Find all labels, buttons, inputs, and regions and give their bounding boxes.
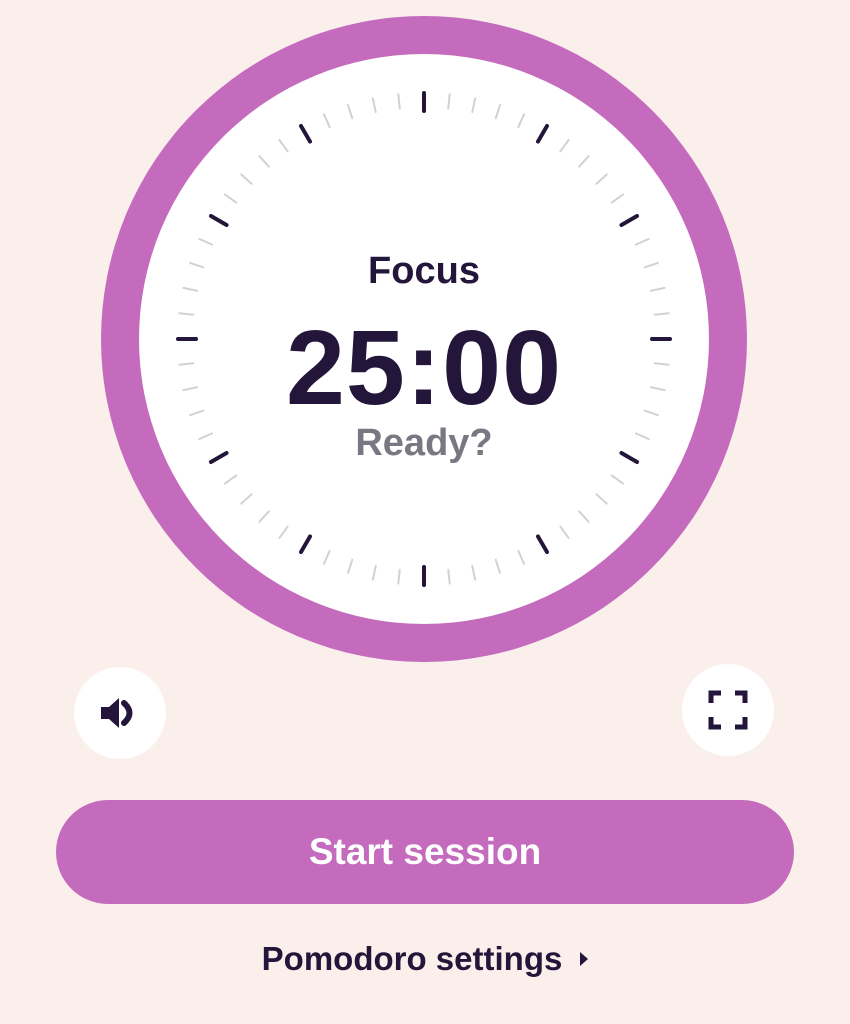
timer-dial: Focus 25:00 Ready? bbox=[101, 16, 747, 662]
major-tick bbox=[299, 534, 312, 555]
timer-mode-label: Focus bbox=[368, 250, 480, 292]
minor-tick bbox=[559, 138, 570, 153]
minor-tick bbox=[595, 173, 608, 185]
minor-tick bbox=[223, 193, 238, 204]
minor-tick bbox=[595, 493, 608, 505]
fullscreen-button[interactable] bbox=[682, 664, 774, 756]
minor-tick bbox=[371, 97, 377, 114]
minor-tick bbox=[258, 510, 270, 523]
fullscreen-expand-icon bbox=[708, 690, 748, 730]
minor-tick bbox=[278, 138, 289, 153]
minor-tick bbox=[278, 525, 289, 540]
minor-tick bbox=[517, 113, 526, 129]
minor-tick bbox=[494, 558, 502, 574]
start-session-label: Start session bbox=[308, 831, 542, 872]
timer-status-text: Ready? bbox=[355, 422, 493, 464]
pomodoro-settings-link[interactable]: Pomodoro settings bbox=[0, 940, 850, 978]
minor-tick bbox=[447, 568, 451, 585]
minor-tick bbox=[397, 93, 401, 110]
sound-toggle-button[interactable] bbox=[74, 667, 166, 759]
major-tick bbox=[299, 123, 312, 144]
minor-tick bbox=[447, 93, 451, 110]
major-tick bbox=[536, 534, 549, 555]
minor-tick bbox=[578, 155, 590, 168]
minor-tick bbox=[322, 549, 331, 565]
minor-tick bbox=[578, 510, 590, 523]
speaker-volume-icon bbox=[101, 698, 133, 728]
minor-tick bbox=[610, 193, 625, 204]
minor-tick bbox=[322, 113, 331, 129]
minor-tick bbox=[559, 525, 570, 540]
minor-tick bbox=[346, 558, 354, 574]
minor-tick bbox=[223, 474, 238, 485]
minor-tick bbox=[494, 104, 502, 120]
minor-tick bbox=[610, 474, 625, 485]
minor-tick bbox=[517, 549, 526, 565]
chevron-right-icon bbox=[580, 952, 589, 966]
minor-tick bbox=[471, 97, 477, 114]
minor-tick bbox=[240, 173, 253, 185]
minor-tick bbox=[634, 237, 650, 246]
start-session-button[interactable]: Start session bbox=[56, 800, 794, 904]
minor-tick bbox=[397, 568, 401, 585]
minor-tick bbox=[240, 493, 253, 505]
minor-tick bbox=[346, 104, 354, 120]
minor-tick bbox=[258, 155, 270, 168]
timer-face: Focus 25:00 Ready? bbox=[139, 54, 709, 624]
major-tick bbox=[619, 214, 640, 227]
major-tick bbox=[536, 123, 549, 144]
timer-time-display: 25:00 bbox=[285, 309, 563, 427]
pomodoro-settings-label: Pomodoro settings bbox=[261, 940, 563, 977]
minor-tick bbox=[471, 564, 477, 581]
minor-tick bbox=[371, 564, 377, 581]
major-tick bbox=[208, 214, 229, 227]
minor-tick bbox=[198, 237, 214, 246]
